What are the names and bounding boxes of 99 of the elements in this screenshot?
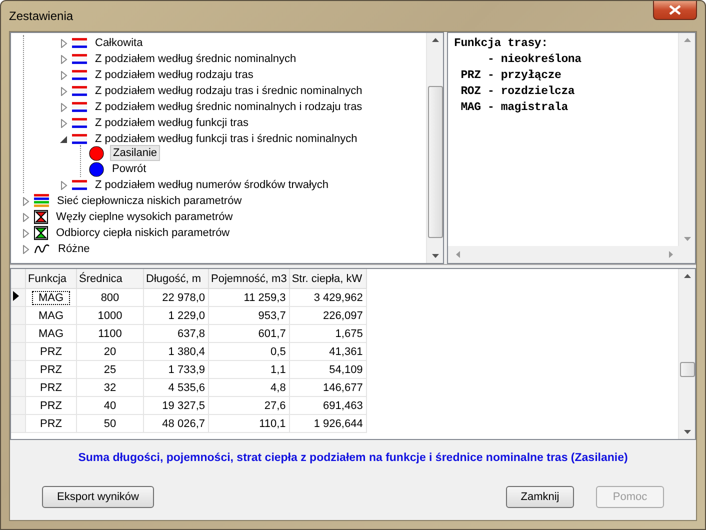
table-cell: 691,463 bbox=[323, 400, 363, 412]
table-cell: 19 327,5 bbox=[162, 400, 205, 412]
table-cell: 1 926,644 bbox=[314, 418, 363, 430]
scroll-right-icon bbox=[669, 251, 673, 258]
scrollbar[interactable] bbox=[448, 246, 695, 263]
table-cell: 22 978,0 bbox=[162, 292, 205, 304]
tree-item[interactable]: Sieć ciepłownicza niskich parametrów bbox=[55, 194, 244, 208]
table-cell: PRZ bbox=[40, 400, 62, 412]
table-cell: 54,109 bbox=[329, 364, 363, 376]
expander-icon[interactable] bbox=[60, 134, 68, 144]
table-cell: 4 535,6 bbox=[168, 382, 205, 394]
table-cell: PRZ bbox=[40, 382, 62, 394]
table-cell: 32 bbox=[104, 382, 116, 394]
scroll-left-icon bbox=[456, 251, 460, 258]
scrollbar[interactable] bbox=[426, 33, 443, 263]
scroll-thumb[interactable] bbox=[680, 362, 694, 376]
legend-line: Funkcja trasy: bbox=[454, 36, 549, 52]
row-indicator[interactable] bbox=[11, 288, 26, 306]
lines-icon bbox=[72, 85, 87, 97]
table-cell: 800 bbox=[100, 292, 120, 304]
table-cell: 25 bbox=[104, 364, 116, 376]
table-cell: 3 429,962 bbox=[314, 292, 363, 304]
table-cell: 110,1 bbox=[259, 418, 286, 430]
scroll-down-icon bbox=[432, 254, 438, 258]
lines-icon bbox=[72, 69, 87, 81]
table-cell: 1100 bbox=[98, 328, 122, 340]
table-cell: 40 bbox=[104, 400, 116, 412]
dialog-button[interactable]: Zamknij bbox=[506, 486, 574, 508]
lines-icon bbox=[34, 194, 49, 208]
hourglass-icon bbox=[34, 226, 48, 240]
legend-line: - nieokreślona bbox=[486, 52, 582, 68]
table-cell: 41,361 bbox=[329, 346, 363, 358]
close-button[interactable] bbox=[653, 1, 697, 20]
tree-item[interactable]: Odbiorcy ciepła niskich parametrów bbox=[54, 226, 232, 240]
lines-icon bbox=[72, 53, 87, 65]
lines-icon bbox=[72, 179, 87, 191]
table-cell: 20 bbox=[104, 346, 116, 358]
dialog-button[interactable]: Eksport wyników bbox=[42, 486, 154, 508]
tree-item[interactable]: Z podziałem według funkcji tras bbox=[93, 116, 250, 130]
scroll-up-icon bbox=[432, 38, 438, 42]
scroll-down-icon bbox=[684, 430, 690, 434]
lines-icon bbox=[72, 101, 87, 113]
legend-line: MAG - magistrala bbox=[460, 100, 569, 116]
table-cell: 4,8 bbox=[270, 382, 286, 394]
table-cell: 146,677 bbox=[323, 382, 363, 394]
table-cell: PRZ bbox=[40, 418, 62, 430]
tree-item[interactable]: Różne bbox=[56, 242, 92, 256]
tree-item[interactable]: Całkowita bbox=[93, 36, 145, 50]
column-header[interactable]: Str. ciepła, kW bbox=[289, 269, 366, 288]
table-cell: 48 026,7 bbox=[162, 418, 205, 430]
table-cell: 0,5 bbox=[270, 346, 286, 358]
scroll-down-icon bbox=[684, 237, 690, 241]
summary-text: Suma długości, pojemności, strat ciepła z podziałem na funkcje i średnice nominalne tras (Zasilanie) bbox=[77, 452, 629, 464]
row-pointer-icon bbox=[13, 291, 19, 301]
tree-item[interactable]: Z podziałem według rodzaju tras bbox=[93, 68, 256, 82]
hourglass-icon bbox=[34, 210, 48, 224]
table-cell: 1 380,4 bbox=[168, 346, 205, 358]
column-header[interactable]: Funkcja bbox=[26, 269, 76, 288]
lines-icon bbox=[72, 37, 87, 49]
scroll-thumb[interactable] bbox=[428, 86, 442, 238]
table-cell: 953,7 bbox=[258, 310, 286, 322]
table-cell: 1000 bbox=[98, 310, 122, 322]
close-icon bbox=[669, 5, 681, 15]
table-cell: MAG bbox=[38, 310, 64, 322]
column-header[interactable]: Średnica bbox=[76, 269, 144, 288]
scrollbar[interactable] bbox=[678, 269, 695, 439]
table-cell: MAG bbox=[32, 290, 70, 304]
tree-item[interactable]: Z podziałem według rodzaju tras i średnic nominalnych bbox=[93, 84, 364, 98]
legend-line: ROZ - rozdzielcza bbox=[460, 84, 576, 100]
lines-icon bbox=[72, 133, 87, 145]
scrollbar[interactable] bbox=[678, 33, 695, 246]
table-cell: 1 733,9 bbox=[168, 364, 205, 376]
tree-item[interactable]: Z podziałem według średnic nominalnych bbox=[93, 52, 298, 66]
scroll-up-icon bbox=[684, 38, 690, 42]
table-cell: 1 229,0 bbox=[168, 310, 205, 322]
lines-icon bbox=[72, 117, 87, 129]
table-cell: PRZ bbox=[40, 364, 62, 376]
table-cell: 11 259,3 bbox=[244, 292, 286, 304]
legend-line: PRZ - przyłącze bbox=[460, 68, 562, 84]
table-cell: 226,097 bbox=[323, 310, 363, 322]
tree-item[interactable]: Powrót bbox=[110, 162, 148, 176]
table-cell: 27,6 bbox=[264, 400, 286, 412]
table-cell: 1,1 bbox=[270, 364, 286, 376]
wave-icon bbox=[34, 243, 50, 255]
scroll-up-icon bbox=[684, 274, 690, 278]
window-title: Zestawienia bbox=[9, 9, 74, 23]
column-header[interactable]: Pojemność, m3 bbox=[208, 269, 290, 288]
tree-item[interactable]: Z podziałem według funkcji tras i średnic nominalnych bbox=[93, 132, 360, 146]
table-cell: 637,8 bbox=[177, 328, 205, 340]
column-header[interactable]: Długość, m bbox=[144, 269, 208, 288]
table-cell: 601,7 bbox=[258, 328, 286, 340]
table-cell: MAG bbox=[38, 328, 64, 340]
tree-item[interactable]: Z podziałem według numerów środków trwałych bbox=[93, 178, 331, 192]
table-cell: 1,675 bbox=[335, 328, 363, 340]
tree-item[interactable]: Zasilanie bbox=[110, 145, 160, 161]
tree-item[interactable]: Węzły cieplne wysokich parametrów bbox=[54, 210, 235, 224]
table-cell: PRZ bbox=[40, 346, 62, 358]
table-cell: 50 bbox=[104, 418, 116, 430]
tree-item[interactable]: Z podziałem według średnic nominalnych i rodzaju tras bbox=[93, 100, 364, 114]
